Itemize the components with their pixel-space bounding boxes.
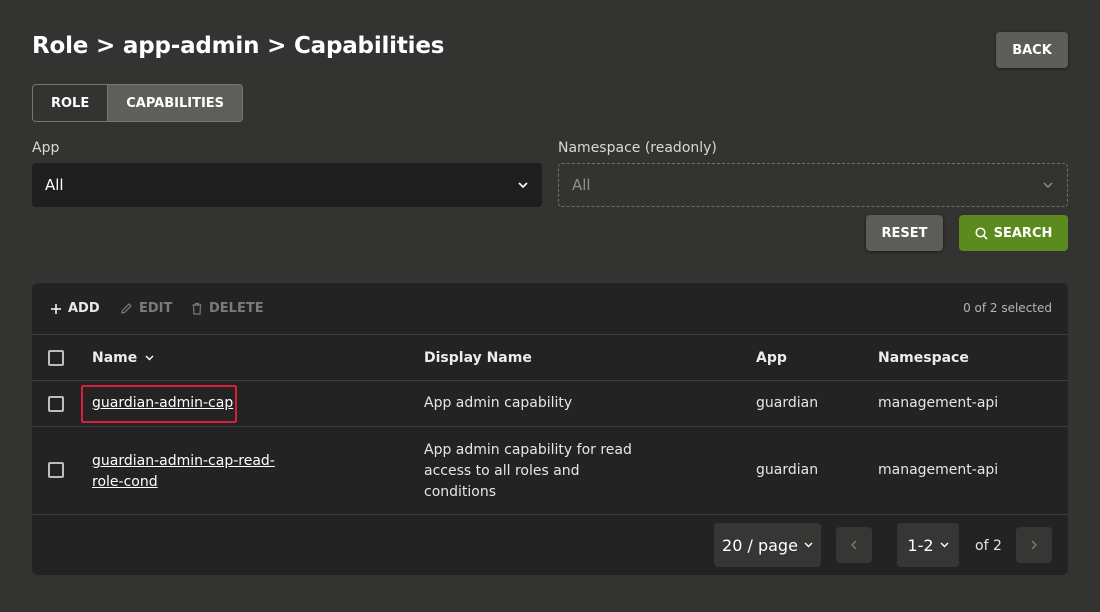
select-all-checkbox[interactable]: [48, 350, 64, 366]
prev-page-button[interactable]: [836, 527, 872, 563]
app-select-value: All: [45, 176, 64, 194]
column-header-name-label: Name: [92, 350, 138, 366]
page-title: Role > app-admin > Capabilities: [32, 33, 445, 59]
display-name-line: App admin capability for read: [424, 442, 632, 458]
app-filter-label: App: [32, 140, 60, 156]
display-name-cell: App admin capability: [424, 395, 573, 411]
column-header-namespace: Namespace: [878, 350, 969, 366]
search-button[interactable]: SEARCH: [959, 215, 1068, 251]
pencil-icon: [120, 302, 133, 315]
chevron-down-icon: [940, 542, 949, 548]
tab-role[interactable]: ROLE: [33, 85, 107, 121]
namespace-select: All: [558, 163, 1068, 207]
app-select[interactable]: All: [32, 163, 542, 207]
namespace-cell: management-api: [878, 462, 999, 478]
column-header-display-name: Display Name: [424, 350, 532, 366]
app-cell: guardian: [756, 395, 819, 411]
trash-icon: [191, 302, 203, 315]
plus-icon: [50, 303, 62, 315]
table-header-row: Name Display Name App Namespace: [32, 335, 1068, 381]
page-range-select[interactable]: 1-2: [897, 523, 959, 567]
edit-button-label: EDIT: [139, 301, 173, 316]
row-highlight-box: [81, 385, 237, 423]
display-name-cell: App admin capability for read access to …: [424, 440, 632, 503]
display-name-line: access to all roles and: [424, 463, 580, 479]
capabilities-table: ADD EDIT DELETE 0 of 2 selected Name Dis…: [32, 283, 1068, 575]
app-cell: guardian: [756, 462, 819, 478]
row-checkbox[interactable]: [48, 396, 64, 412]
namespace-select-value: All: [572, 176, 591, 194]
add-button-label: ADD: [68, 301, 100, 316]
page-total-text: of 2: [975, 538, 1002, 554]
next-page-button[interactable]: [1016, 527, 1052, 563]
delete-button[interactable]: DELETE: [191, 301, 264, 316]
chevron-left-icon: [851, 540, 857, 550]
column-header-name[interactable]: Name: [92, 350, 154, 366]
chevron-down-icon: [804, 542, 813, 548]
page-range-value: 1-2: [907, 535, 934, 555]
display-name-line: conditions: [424, 484, 497, 500]
table-toolbar: ADD EDIT DELETE 0 of 2 selected: [32, 283, 1068, 335]
back-button[interactable]: BACK: [996, 32, 1068, 68]
name-line: role-cond: [92, 474, 158, 490]
sort-chevron-icon: [145, 355, 154, 361]
pagination: 20 / page 1-2 of 2: [32, 515, 1068, 575]
table-row: guardian-admin-cap-read- role-cond App a…: [32, 427, 1068, 515]
search-icon: [975, 226, 988, 240]
chevron-down-icon: [1042, 179, 1054, 191]
namespace-filter-label: Namespace (readonly): [558, 140, 717, 156]
row-checkbox[interactable]: [48, 462, 64, 478]
chevron-right-icon: [1031, 540, 1037, 550]
edit-button[interactable]: EDIT: [120, 301, 172, 316]
tab-capabilities[interactable]: CAPABILITIES: [107, 85, 243, 121]
tab-bar: ROLE CAPABILITIES: [32, 84, 244, 122]
name-line: guardian-admin-cap-read-: [92, 453, 275, 469]
reset-button[interactable]: RESET: [866, 215, 943, 251]
capability-name-link[interactable]: guardian-admin-cap-read- role-cond: [92, 451, 275, 493]
page-size-select[interactable]: 20 / page: [714, 523, 821, 567]
delete-button-label: DELETE: [209, 301, 264, 316]
chevron-down-icon: [517, 179, 529, 191]
add-button[interactable]: ADD: [50, 301, 100, 316]
selection-status: 0 of 2 selected: [963, 301, 1052, 315]
search-button-label: SEARCH: [993, 225, 1053, 241]
namespace-cell: management-api: [878, 395, 999, 411]
page-size-value: 20 / page: [722, 535, 798, 555]
column-header-app: App: [756, 350, 787, 366]
